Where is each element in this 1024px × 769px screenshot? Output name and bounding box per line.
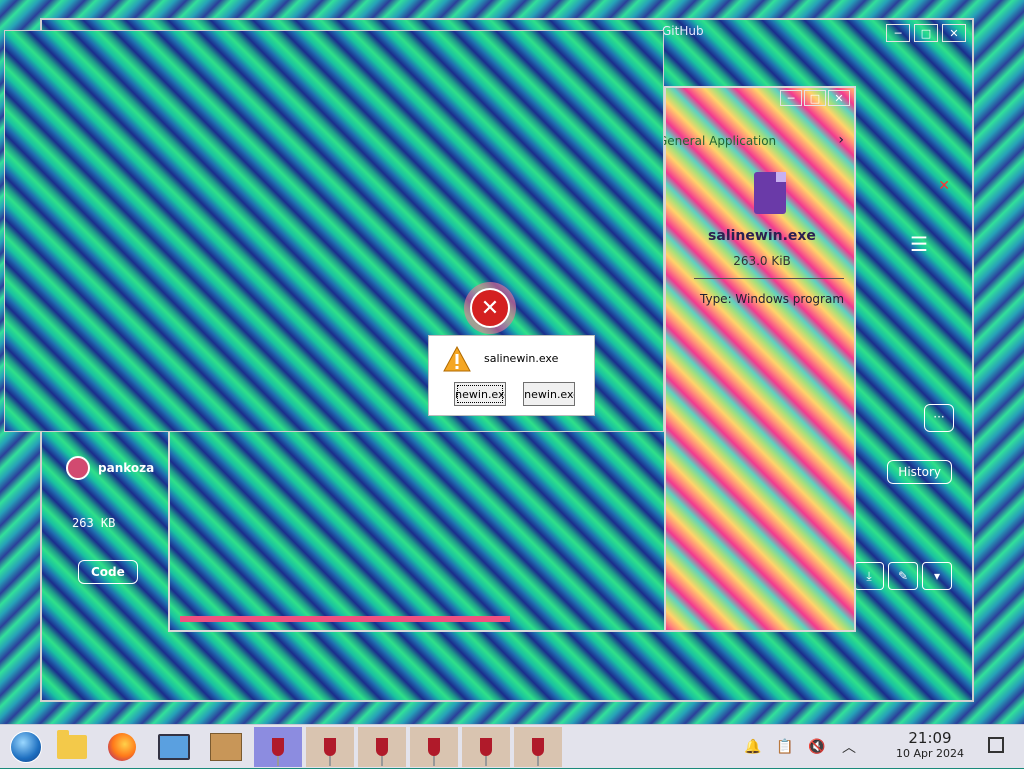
wine-glass-icon (480, 738, 492, 766)
dialog-button-primary[interactable]: linewin.exe (454, 382, 506, 406)
package-icon (210, 733, 242, 761)
progress-bar (180, 616, 510, 622)
desktop: GitHub ─ □ ✕ ☰ ✕ ··· pankoza 263 KB Code… (0, 0, 1024, 724)
wine-glass-icon (272, 738, 284, 766)
volume-muted-icon[interactable]: 🔇 (808, 738, 826, 756)
file-name: salinewin.exe (708, 228, 816, 244)
more-options-button[interactable]: ··· (924, 404, 954, 432)
file-size: 263.0 KiB (733, 254, 791, 268)
wine-glass-icon (376, 738, 388, 766)
taskbar-wine-app-3[interactable] (358, 727, 406, 767)
notifications-icon[interactable]: 🔔 (744, 738, 762, 756)
window-titlebar-buttons: ─ □ ✕ (666, 88, 854, 108)
message-dialog[interactable]: salinewin.exe linewin.exe linewin.exe (428, 335, 595, 416)
tab-code[interactable]: Code (78, 560, 138, 584)
author-name[interactable]: pankoza (98, 461, 154, 475)
expand-tray-icon[interactable]: ︿ (840, 738, 858, 756)
commit-author[interactable]: pankoza (66, 456, 154, 480)
browser-tab-title[interactable]: GitHub (662, 24, 704, 38)
wine-glass-icon (324, 738, 336, 766)
history-button[interactable]: History (887, 460, 952, 484)
window-titlebar-buttons: ─ □ ✕ (706, 20, 972, 46)
warning-icon (443, 346, 471, 372)
chevron-down-icon[interactable]: ▾ (922, 562, 952, 590)
dialog-message: salinewin.exe (484, 352, 559, 365)
file-type: Type: Windows program (700, 292, 845, 306)
maximize-button[interactable]: □ (914, 24, 938, 42)
close-button[interactable]: ✕ (942, 24, 966, 42)
monitor-icon (158, 734, 190, 760)
dialog-button-secondary[interactable]: linewin.exe (523, 382, 575, 406)
file-properties-window[interactable]: ─ □ ✕ General Application › salinewin.ex… (658, 86, 856, 632)
taskbar-archive-manager[interactable] (202, 727, 250, 767)
taskbar-wine-app-1[interactable] (254, 727, 302, 767)
taskbar-firefox[interactable] (98, 727, 146, 767)
close-icon[interactable]: ✕ (938, 178, 950, 194)
minimize-button[interactable]: ─ (886, 24, 910, 42)
wine-glass-icon (428, 738, 440, 766)
maximize-button[interactable]: □ (804, 90, 826, 106)
clock-time: 21:09 (908, 729, 952, 747)
taskbar-wine-app-4[interactable] (410, 727, 458, 767)
show-desktop-button[interactable] (988, 737, 1004, 753)
file-toolbar: ⤓ ✎ ▾ (854, 562, 952, 590)
divider (694, 278, 844, 279)
download-icon[interactable]: ⤓ (854, 562, 884, 590)
system-tray: 🔔 📋 🔇 ︿ (744, 725, 858, 769)
minimize-button[interactable]: ─ (780, 90, 802, 106)
background-window[interactable] (168, 420, 684, 632)
error-icon: ✕ (470, 288, 510, 328)
clock[interactable]: 21:09 10 Apr 2024 (890, 729, 970, 761)
taskbar-wine-app-2[interactable] (306, 727, 354, 767)
clipboard-icon[interactable]: 📋 (776, 738, 794, 756)
taskbar-wine-app-6[interactable] (514, 727, 562, 767)
start-menu-button[interactable] (2, 727, 50, 767)
executable-file-icon (754, 172, 786, 214)
firefox-icon (108, 733, 136, 761)
close-button[interactable]: ✕ (828, 90, 850, 106)
wine-glass-icon (532, 738, 544, 766)
properties-section-header[interactable]: General Application (658, 134, 776, 148)
taskbar-file-manager[interactable] (48, 727, 96, 767)
taskbar: 🔔 📋 🔇 ︿ 21:09 10 Apr 2024 (0, 724, 1024, 768)
edit-icon[interactable]: ✎ (888, 562, 918, 590)
avatar[interactable] (66, 456, 90, 480)
chevron-right-icon[interactable]: › (838, 132, 844, 148)
clock-date: 10 Apr 2024 (895, 747, 964, 760)
folder-icon (57, 730, 87, 759)
hamburger-menu-icon[interactable]: ☰ (910, 232, 928, 256)
taskbar-wine-app-5[interactable] (462, 727, 510, 767)
taskbar-system-monitor[interactable] (150, 727, 198, 767)
file-size-label: 263 KB (72, 516, 116, 530)
windows-orb-icon (10, 731, 42, 763)
